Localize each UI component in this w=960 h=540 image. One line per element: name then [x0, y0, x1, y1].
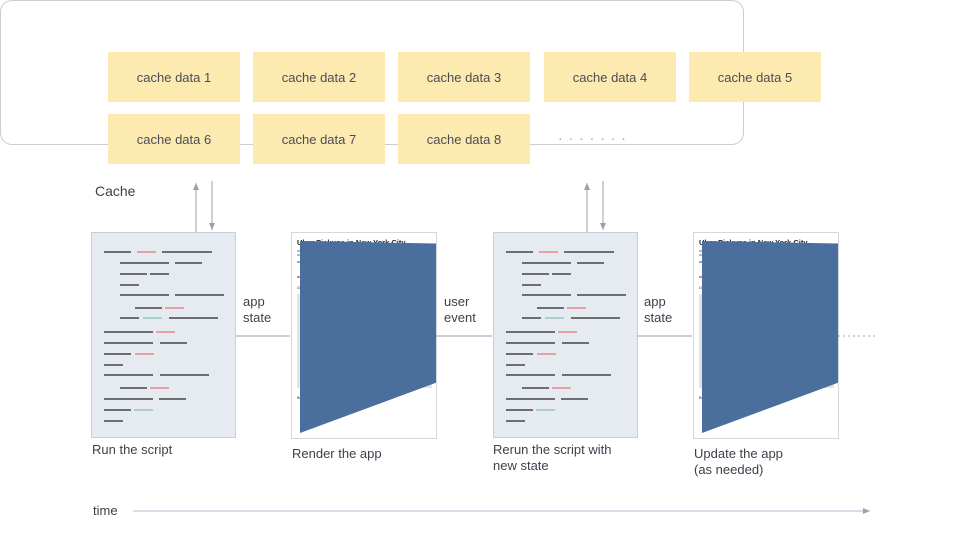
- step-caption: Run the script: [92, 442, 173, 457]
- step-caption: Render the app: [292, 446, 382, 461]
- step-caption: Rerun the script with new state: [493, 442, 612, 473]
- connector-label: app state: [243, 294, 272, 325]
- connector-label: app state: [644, 294, 673, 325]
- connector-label: user event: [444, 294, 476, 325]
- step-caption: Update the app (as needed): [694, 446, 783, 477]
- flow-arrows: [133, 181, 876, 514]
- time-label: time: [93, 503, 118, 518]
